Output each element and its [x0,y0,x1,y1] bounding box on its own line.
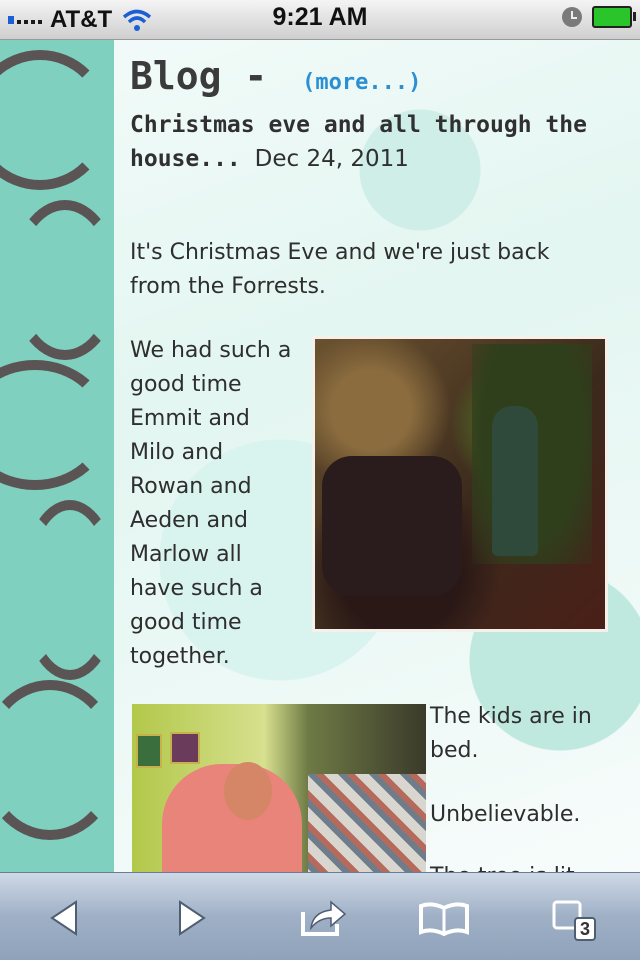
alarm-clock-icon [562,7,582,27]
tabs-count-badge: 3 [573,917,596,941]
back-arrow-icon [50,900,77,936]
share-icon [301,900,347,936]
more-link[interactable]: (more...) [302,70,421,95]
decorative-sidebar [0,40,114,872]
photo-board-shape [308,774,426,872]
status-right [562,6,636,28]
chair-shape [322,456,462,596]
post-date: Dec 24, 2011 [254,146,409,172]
share-button[interactable] [294,893,354,943]
post-title[interactable]: Christmas eve and all through the house.… [130,108,600,176]
blog-heading-text: Blog - [130,54,268,98]
post-paragraph-4: Unbelievable. [430,802,581,827]
web-page[interactable]: Blog - (more...) Christmas eve and all t… [0,40,640,872]
forward-button[interactable] [162,893,222,943]
forward-arrow-icon [179,900,206,936]
status-time: 9:21 AM [272,3,368,31]
person-head-shape [224,762,272,820]
bookmarks-button[interactable] [414,893,474,943]
child-shape [492,406,538,556]
browser-toolbar: 3 [0,872,640,960]
bookmarks-book-icon [419,902,469,936]
post-paragraph-2: We had such a good time Emmit and Milo a… [130,338,292,669]
battery-charging-icon [592,6,636,28]
back-button[interactable] [34,893,94,943]
christmas-tree-photo[interactable] [312,336,608,632]
post-paragraph-1: It's Christmas Eve and we're just back f… [130,240,550,299]
status-bar: AT&T 9:21 AM [0,0,640,40]
post-paragraph-5: The tree is lit [430,860,620,872]
blog-heading: Blog - (more...) [130,54,421,98]
wall-frame [170,732,200,764]
tabs-button[interactable]: 3 [542,893,602,943]
family-photo[interactable] [132,704,426,872]
post-paragraph-3: The kids are in bed. [430,704,592,763]
wall-frame [136,734,162,768]
